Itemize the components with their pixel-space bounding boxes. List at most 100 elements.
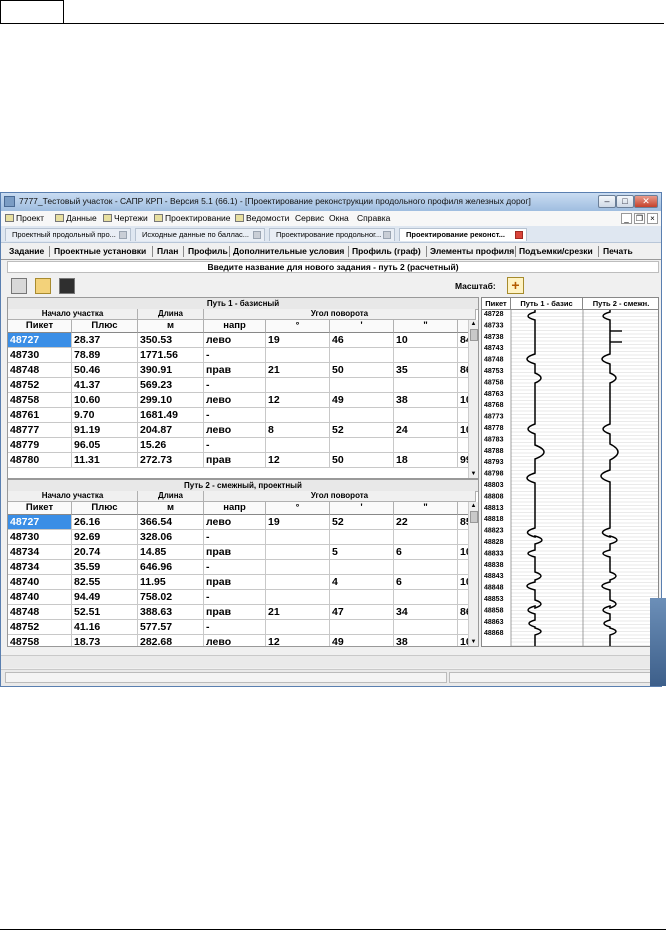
table-cell[interactable]: лево — [204, 423, 266, 438]
table-cell[interactable] — [330, 590, 394, 605]
col-picket-header[interactable]: Пикет — [8, 320, 72, 333]
table-cell[interactable] — [394, 408, 458, 423]
table-row[interactable]: 48748 52.51 388.63 прав 21 47 34 86 — [8, 605, 478, 620]
vertical-scrollbar[interactable]: ▲ ▼ — [468, 502, 478, 646]
col-direction-header[interactable]: напр — [204, 502, 266, 515]
close-button[interactable]: ✕ — [634, 195, 658, 208]
table-row[interactable]: 48730 78.89 1771.56- — [8, 348, 478, 363]
table-cell[interactable]: 48748 — [8, 363, 72, 378]
table-cell[interactable]: прав — [204, 575, 266, 590]
table-cell[interactable]: 18 — [394, 453, 458, 468]
table-cell[interactable]: 9.70 — [72, 408, 138, 423]
table-cell[interactable]: 48758 — [8, 393, 72, 408]
table-cell[interactable] — [266, 545, 330, 560]
table-row[interactable]: 48727 28.37 350.53 лево 19 46 10 84 — [8, 333, 478, 348]
doc-tab[interactable]: Исходные данные по баллас... — [135, 228, 265, 241]
table-cell[interactable]: 41.37 — [72, 378, 138, 393]
table-row[interactable]: 48758 10.60 299.10 лево 12 49 38 10 — [8, 393, 478, 408]
table-cell[interactable]: 48734 — [8, 545, 72, 560]
table-cell[interactable]: 8 — [266, 423, 330, 438]
table-cell[interactable]: 5 — [330, 545, 394, 560]
scroll-up-icon[interactable]: ▲ — [469, 320, 478, 328]
tab-design-settings[interactable]: Проектные установки — [54, 246, 146, 256]
table-cell[interactable]: 328.06 — [138, 530, 204, 545]
table-cell[interactable]: 12 — [266, 393, 330, 408]
table-cell[interactable] — [330, 620, 394, 635]
table-row[interactable]: 48740 82.55 11.95 прав 4 6 10 — [8, 575, 478, 590]
table-cell[interactable]: 10 — [394, 333, 458, 348]
tab-plan[interactable]: План — [157, 246, 178, 256]
table-cell[interactable]: 11.95 — [138, 575, 204, 590]
table-cell[interactable]: 22 — [394, 515, 458, 530]
save-icon[interactable] — [59, 278, 75, 294]
table-cell[interactable] — [394, 560, 458, 575]
table-cell[interactable]: 48777 — [8, 423, 72, 438]
col-plus-header[interactable]: Плюс — [72, 502, 138, 515]
table-cell[interactable] — [330, 530, 394, 545]
table-cell[interactable]: - — [204, 408, 266, 423]
table-cell[interactable]: лево — [204, 635, 266, 646]
table-row[interactable]: 48779 96.05 15.26- — [8, 438, 478, 453]
col-direction-header[interactable]: напр — [204, 320, 266, 333]
table-cell[interactable]: 11.31 — [72, 453, 138, 468]
table-cell[interactable]: 390.91 — [138, 363, 204, 378]
table-cell[interactable]: 18.73 — [72, 635, 138, 646]
table-cell[interactable]: 50 — [330, 453, 394, 468]
table-cell[interactable]: 758.02 — [138, 590, 204, 605]
table-cell[interactable]: 48758 — [8, 635, 72, 646]
table-cell[interactable] — [266, 348, 330, 363]
table-cell[interactable]: 48730 — [8, 348, 72, 363]
table-cell[interactable] — [330, 560, 394, 575]
table-cell[interactable] — [266, 408, 330, 423]
task-name-field[interactable]: Введите название для нового задания - пу… — [7, 261, 659, 273]
table-cell[interactable]: 52.51 — [72, 605, 138, 620]
doc-tab[interactable]: Проектный продольный про... — [5, 228, 131, 241]
table-cell[interactable]: 34 — [394, 605, 458, 620]
table-row[interactable]: 48740 94.49 758.02- — [8, 590, 478, 605]
table-cell[interactable]: 24 — [394, 423, 458, 438]
table-cell[interactable]: 6 — [394, 545, 458, 560]
table-cell[interactable] — [394, 620, 458, 635]
calculator-icon[interactable] — [11, 278, 27, 294]
menu-drawings[interactable]: Чертежи — [103, 213, 148, 223]
col-picket-header[interactable]: Пикет — [8, 502, 72, 515]
table-cell[interactable]: 12 — [266, 453, 330, 468]
table-cell[interactable]: 350.53 — [138, 333, 204, 348]
table-cell[interactable] — [266, 560, 330, 575]
menu-help[interactable]: Справка — [357, 213, 390, 223]
col-degrees-header[interactable]: ° — [266, 320, 330, 333]
table-cell[interactable]: 48748 — [8, 605, 72, 620]
table-cell[interactable]: 282.68 — [138, 635, 204, 646]
table-cell[interactable] — [394, 348, 458, 363]
table-cell[interactable] — [330, 348, 394, 363]
scroll-down-icon[interactable]: ▼ — [469, 638, 478, 646]
menu-windows[interactable]: Окна — [329, 213, 349, 223]
col-minutes-header[interactable]: ' — [330, 502, 394, 515]
table-cell[interactable]: 48734 — [8, 560, 72, 575]
scroll-down-icon[interactable]: ▼ — [469, 470, 478, 478]
table-row[interactable]: 48761 9.70 1681.49- — [8, 408, 478, 423]
col-seconds-header[interactable]: " — [394, 320, 458, 333]
tab-profile-graph[interactable]: Профиль (граф) — [352, 246, 421, 256]
col-length-header[interactable]: м — [138, 320, 204, 333]
table-cell[interactable] — [266, 590, 330, 605]
menu-service[interactable]: Сервис — [295, 213, 324, 223]
table-row[interactable]: 48734 20.74 14.85 прав 5 6 10 — [8, 545, 478, 560]
table-cell[interactable]: прав — [204, 453, 266, 468]
table-cell[interactable]: 12 — [266, 635, 330, 646]
table-cell[interactable] — [266, 575, 330, 590]
table-cell[interactable]: 14.85 — [138, 545, 204, 560]
table-cell[interactable]: прав — [204, 605, 266, 620]
table-cell[interactable]: лево — [204, 515, 266, 530]
table-cell[interactable]: - — [204, 620, 266, 635]
open-folder-icon[interactable] — [35, 278, 51, 294]
table-cell[interactable]: 21 — [266, 605, 330, 620]
tab-task[interactable]: Задание — [9, 246, 44, 256]
col-plus-header[interactable]: Плюс — [72, 320, 138, 333]
table-cell[interactable]: 48761 — [8, 408, 72, 423]
table-cell[interactable]: 52 — [330, 515, 394, 530]
table-row[interactable]: 48752 41.37 569.23- — [8, 378, 478, 393]
table-cell[interactable]: 26.16 — [72, 515, 138, 530]
table-cell[interactable]: - — [204, 378, 266, 393]
table-cell[interactable]: - — [204, 560, 266, 575]
